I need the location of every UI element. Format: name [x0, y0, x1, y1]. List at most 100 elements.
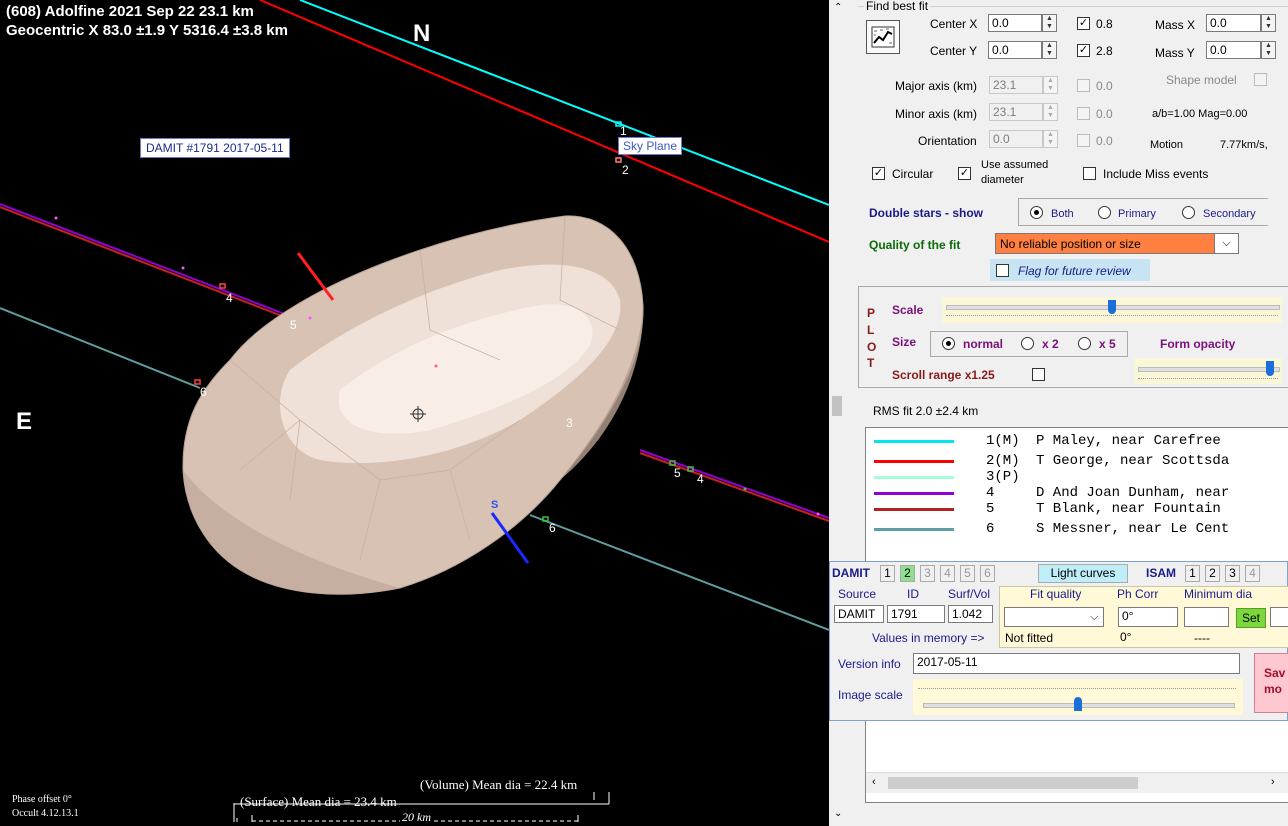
scale-slider-thumb[interactable]: [1108, 300, 1116, 314]
damit-tab-1[interactable]: 1: [880, 565, 895, 582]
double-secondary-radio[interactable]: [1182, 206, 1195, 219]
mass-y-label: Mass Y: [1155, 46, 1195, 60]
observer-row[interactable]: 4 D And Joan Dunham, near: [866, 485, 1286, 501]
scale-label: Scale: [892, 303, 924, 317]
observer-row[interactable]: 6 S Messner, near Le Cent: [866, 521, 1286, 537]
ph-corr-memory: 0°: [1120, 630, 1132, 644]
fit-28-label: 2.8: [1096, 44, 1113, 58]
center-x-input[interactable]: 0.0: [988, 14, 1042, 32]
min-dia-input[interactable]: [1184, 607, 1229, 627]
scroll-right-icon[interactable]: ›: [1271, 776, 1275, 788]
observer-name: P Maley, near Carefree: [1036, 433, 1221, 449]
mass-x-spinner[interactable]: ▲ ▼: [1261, 14, 1276, 32]
shape-model-checkbox[interactable]: [1254, 73, 1267, 86]
not-fitted-value: Not fitted: [1005, 631, 1054, 645]
scroll-down-icon[interactable]: ⌄: [834, 808, 842, 819]
observer-name: T George, near Scottsda: [1036, 453, 1230, 469]
center-x-label: Center X: [930, 17, 978, 31]
occultation-plot[interactable]: (608) Adolfine 2021 Sep 22 23.1 km Geoce…: [0, 0, 829, 826]
fit-08-checkbox[interactable]: ✓: [1077, 17, 1090, 30]
include-miss-checkbox[interactable]: [1083, 167, 1096, 180]
major-axis-spinner[interactable]: ▲ ▼: [1043, 76, 1058, 94]
size-normal-radio[interactable]: [942, 337, 955, 350]
image-scale-thumb[interactable]: [1074, 697, 1082, 711]
use-assumed-diameter-checkbox[interactable]: ✓: [958, 167, 971, 180]
motion-value: 7.77km/s,: [1220, 139, 1268, 151]
minor-axis-input[interactable]: 23.1: [989, 103, 1043, 121]
damit-tab-3[interactable]: 3: [920, 565, 935, 582]
observer-row[interactable]: 1(M) P Maley, near Carefree: [866, 433, 1286, 449]
observer-row[interactable]: 3(P): [866, 469, 1286, 485]
values-in-memory-label: Values in memory =>: [872, 631, 985, 645]
scroll-up-icon[interactable]: ⌃: [834, 2, 842, 13]
ph-corr-input[interactable]: 0°: [1118, 607, 1178, 627]
observer-color-line: [874, 492, 954, 495]
damit-tab-5[interactable]: 5: [960, 565, 975, 582]
scroll-range-checkbox[interactable]: [1032, 368, 1045, 381]
extra-field[interactable]: [1270, 607, 1288, 627]
orientation-cb-label: 0.0: [1096, 134, 1113, 148]
mass-y-input[interactable]: 0.0: [1206, 41, 1261, 59]
fit-28-checkbox[interactable]: ✓: [1077, 44, 1090, 57]
list-scroll-thumb[interactable]: [888, 777, 1138, 789]
double-primary-radio[interactable]: [1098, 206, 1111, 219]
center-y-input[interactable]: 0.0: [988, 41, 1042, 59]
chord-label-4: 4: [226, 291, 233, 305]
isam-tab-2[interactable]: 2: [1205, 565, 1220, 582]
major-axis-input[interactable]: 23.1: [989, 76, 1043, 94]
damit-tab-2[interactable]: 2: [900, 565, 915, 582]
damit-tab-6[interactable]: 6: [980, 565, 995, 582]
source-label: Source: [838, 587, 877, 601]
chord-5-line: [0, 206, 301, 324]
damit-tab-4[interactable]: 4: [940, 565, 955, 582]
orientation-input[interactable]: 0.0: [989, 130, 1043, 148]
save-model-button[interactable]: Sav mo: [1254, 653, 1288, 713]
save-label-2: mo: [1264, 682, 1282, 696]
volume-mean-diameter: (Volume) Mean dia = 22.4 km: [420, 777, 578, 792]
mass-y-spinner[interactable]: ▲ ▼: [1261, 41, 1276, 59]
center-y-spinner[interactable]: ▲ ▼: [1042, 41, 1057, 59]
scroll-thumb[interactable]: [832, 396, 842, 416]
quality-dropdown-chevron-icon[interactable]: ⌵: [1215, 233, 1239, 254]
image-scale-slider[interactable]: [913, 679, 1243, 715]
isam-tab-3[interactable]: 3: [1225, 565, 1240, 582]
scale-slider[interactable]: [942, 297, 1282, 323]
chord-1-line: [299, 0, 829, 206]
id-input[interactable]: 1791: [887, 605, 945, 623]
observer-number: 1(M): [986, 433, 1020, 449]
size-x2-radio[interactable]: [1021, 337, 1034, 350]
fit-quality-select[interactable]: ⌵: [1004, 607, 1104, 627]
set-min-dia-button[interactable]: Set: [1236, 608, 1266, 628]
list-horizontal-scrollbar[interactable]: ‹ ›: [866, 772, 1288, 793]
scale-bar-label: 20 km: [400, 810, 433, 825]
flag-review-checkbox[interactable]: [996, 264, 1009, 277]
observer-row[interactable]: 5 T Blank, near Fountain: [866, 501, 1286, 517]
orientation-spinner[interactable]: ▲ ▼: [1043, 130, 1058, 148]
surfvol-input[interactable]: 1.042: [948, 605, 993, 623]
quality-select[interactable]: No reliable position or size: [995, 233, 1215, 254]
double-both-radio[interactable]: [1030, 206, 1043, 219]
source-input[interactable]: DAMIT: [834, 605, 884, 623]
quality-value: No reliable position or size: [1000, 237, 1141, 251]
major-axis-checkbox[interactable]: [1077, 79, 1090, 92]
event-title: (608) Adolfine 2021 Sep 22 23.1 km: [6, 3, 254, 20]
version-info-input[interactable]: 2017-05-11: [913, 653, 1240, 674]
isam-tab-4[interactable]: 4: [1245, 565, 1260, 582]
form-opacity-slider[interactable]: [1134, 358, 1282, 384]
isam-tab-1[interactable]: 1: [1185, 565, 1200, 582]
center-x-spinner[interactable]: ▲ ▼: [1042, 14, 1057, 32]
scroll-left-icon[interactable]: ‹: [872, 776, 876, 788]
mass-x-input[interactable]: 0.0: [1206, 14, 1261, 32]
damit-model-window: DAMIT 1 2 3 4 5 6 Light curves ISAM 1 2 …: [829, 561, 1288, 721]
image-scale-ticks: [918, 688, 1236, 689]
chord-label-1: 1: [620, 124, 627, 138]
size-x5-radio[interactable]: [1078, 337, 1091, 350]
circular-checkbox[interactable]: ✓: [872, 167, 885, 180]
find-best-fit-button[interactable]: [866, 20, 900, 54]
minor-axis-checkbox[interactable]: [1077, 107, 1090, 120]
observer-row[interactable]: 2(M) T George, near Scottsda: [866, 453, 1286, 469]
orientation-checkbox[interactable]: [1077, 134, 1090, 147]
light-curves-button[interactable]: Light curves: [1038, 564, 1128, 583]
opacity-slider-thumb[interactable]: [1266, 361, 1275, 376]
minor-axis-spinner[interactable]: ▲ ▼: [1043, 103, 1058, 121]
